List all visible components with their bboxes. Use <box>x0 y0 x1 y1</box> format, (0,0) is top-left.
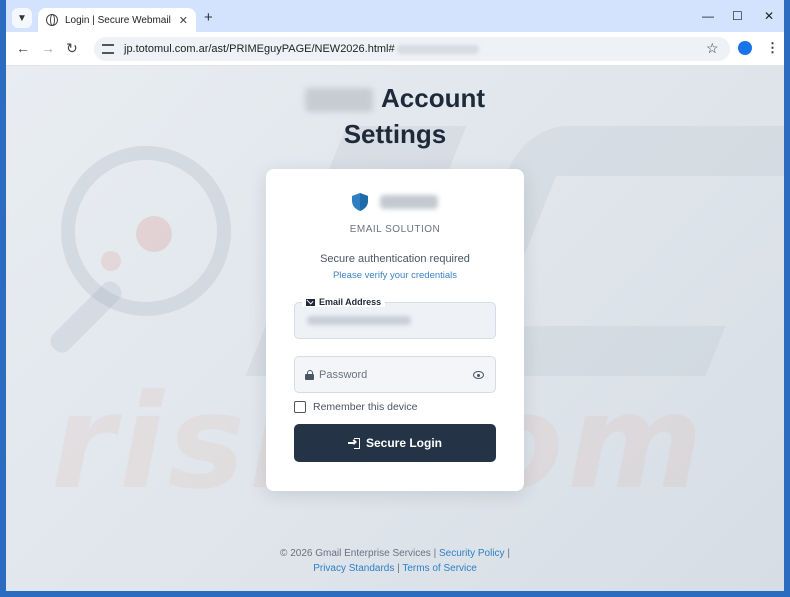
email-label-text: Email Address <box>319 297 382 307</box>
email-value-redacted <box>307 316 411 325</box>
title-line1: Account <box>381 83 485 113</box>
tab-close-icon[interactable]: ✕ <box>179 14 188 27</box>
login-button-label: Secure Login <box>365 436 442 450</box>
secure-login-button[interactable]: Secure Login <box>294 424 496 462</box>
password-placeholder: Password <box>319 368 368 381</box>
browser-menu-icon[interactable]: ⋮ <box>766 40 779 56</box>
watermark-dot <box>136 216 172 252</box>
globe-icon <box>46 14 58 26</box>
footer-separator: | <box>397 563 400 574</box>
email-field[interactable] <box>294 302 496 339</box>
url-redacted <box>396 44 479 54</box>
forward-button[interactable]: → <box>41 40 55 56</box>
url-text: jp.totomul.com.ar/ast/PRIMEguyPAGE/NEW20… <box>124 43 395 55</box>
remember-row: Remember this device <box>294 401 417 413</box>
brand-name-redacted <box>380 195 438 209</box>
eye-icon[interactable] <box>473 371 484 379</box>
verify-message: Please verify your credentials <box>332 270 458 281</box>
terms-of-service-link[interactable]: Terms of Service <box>402 563 476 574</box>
site-info-icon[interactable] <box>102 44 114 54</box>
minimize-button[interactable]: — <box>702 9 714 23</box>
tab-search-button[interactable]: ▼ <box>12 8 32 28</box>
password-field[interactable]: Password <box>294 356 496 393</box>
brand-row <box>266 193 524 211</box>
profile-avatar[interactable] <box>738 41 752 55</box>
browser-tab[interactable]: Login | Secure Webmail ✕ <box>38 8 196 32</box>
footer-copyright: © 2026 Gmail Enterprise Services | <box>280 548 437 559</box>
sign-in-icon <box>347 437 360 449</box>
title-line2: Settings <box>343 119 447 149</box>
brand-subtitle: EMAIL SOLUTION <box>349 224 441 235</box>
page-title: Account Settings <box>6 80 784 152</box>
browser-window: ▼ Login | Secure Webmail ✕ + — ☐ ✕ ← → ↻… <box>0 0 790 597</box>
shield-icon <box>352 193 368 211</box>
envelope-icon <box>306 298 315 306</box>
footer-separator: | <box>507 548 510 559</box>
browser-toolbar: ← → ↻ jp.totomul.com.ar/ast/PRIMEguyPAGE… <box>6 32 784 66</box>
watermark-dot <box>101 251 121 271</box>
address-bar[interactable]: jp.totomul.com.ar/ast/PRIMEguyPAGE/NEW20… <box>94 37 730 61</box>
close-window-button[interactable]: ✕ <box>764 9 774 23</box>
reload-button[interactable]: ↻ <box>66 40 78 57</box>
privacy-standards-link[interactable]: Privacy Standards <box>313 563 394 574</box>
back-button[interactable]: ← <box>16 40 30 56</box>
tab-strip: ▼ Login | Secure Webmail ✕ + — ☐ ✕ <box>6 0 784 32</box>
new-tab-button[interactable]: + <box>204 9 213 26</box>
email-label: Email Address <box>302 297 386 307</box>
remember-checkbox[interactable] <box>294 401 306 413</box>
login-card: EMAIL SOLUTION Secure authentication req… <box>266 169 524 491</box>
auth-message: Secure authentication required <box>320 253 470 265</box>
lock-icon <box>305 369 314 380</box>
maximize-button[interactable]: ☐ <box>732 9 743 23</box>
remember-label: Remember this device <box>313 401 418 413</box>
page-content: risk.com Account Settings EMAIL SOLUTION… <box>6 66 784 591</box>
bookmark-star-icon[interactable]: ☆ <box>706 40 719 57</box>
security-policy-link[interactable]: Security Policy <box>439 548 505 559</box>
tab-title: Login | Secure Webmail <box>65 14 171 26</box>
page-footer: © 2026 Gmail Enterprise Services | Secur… <box>6 546 784 576</box>
title-redacted <box>305 88 373 113</box>
